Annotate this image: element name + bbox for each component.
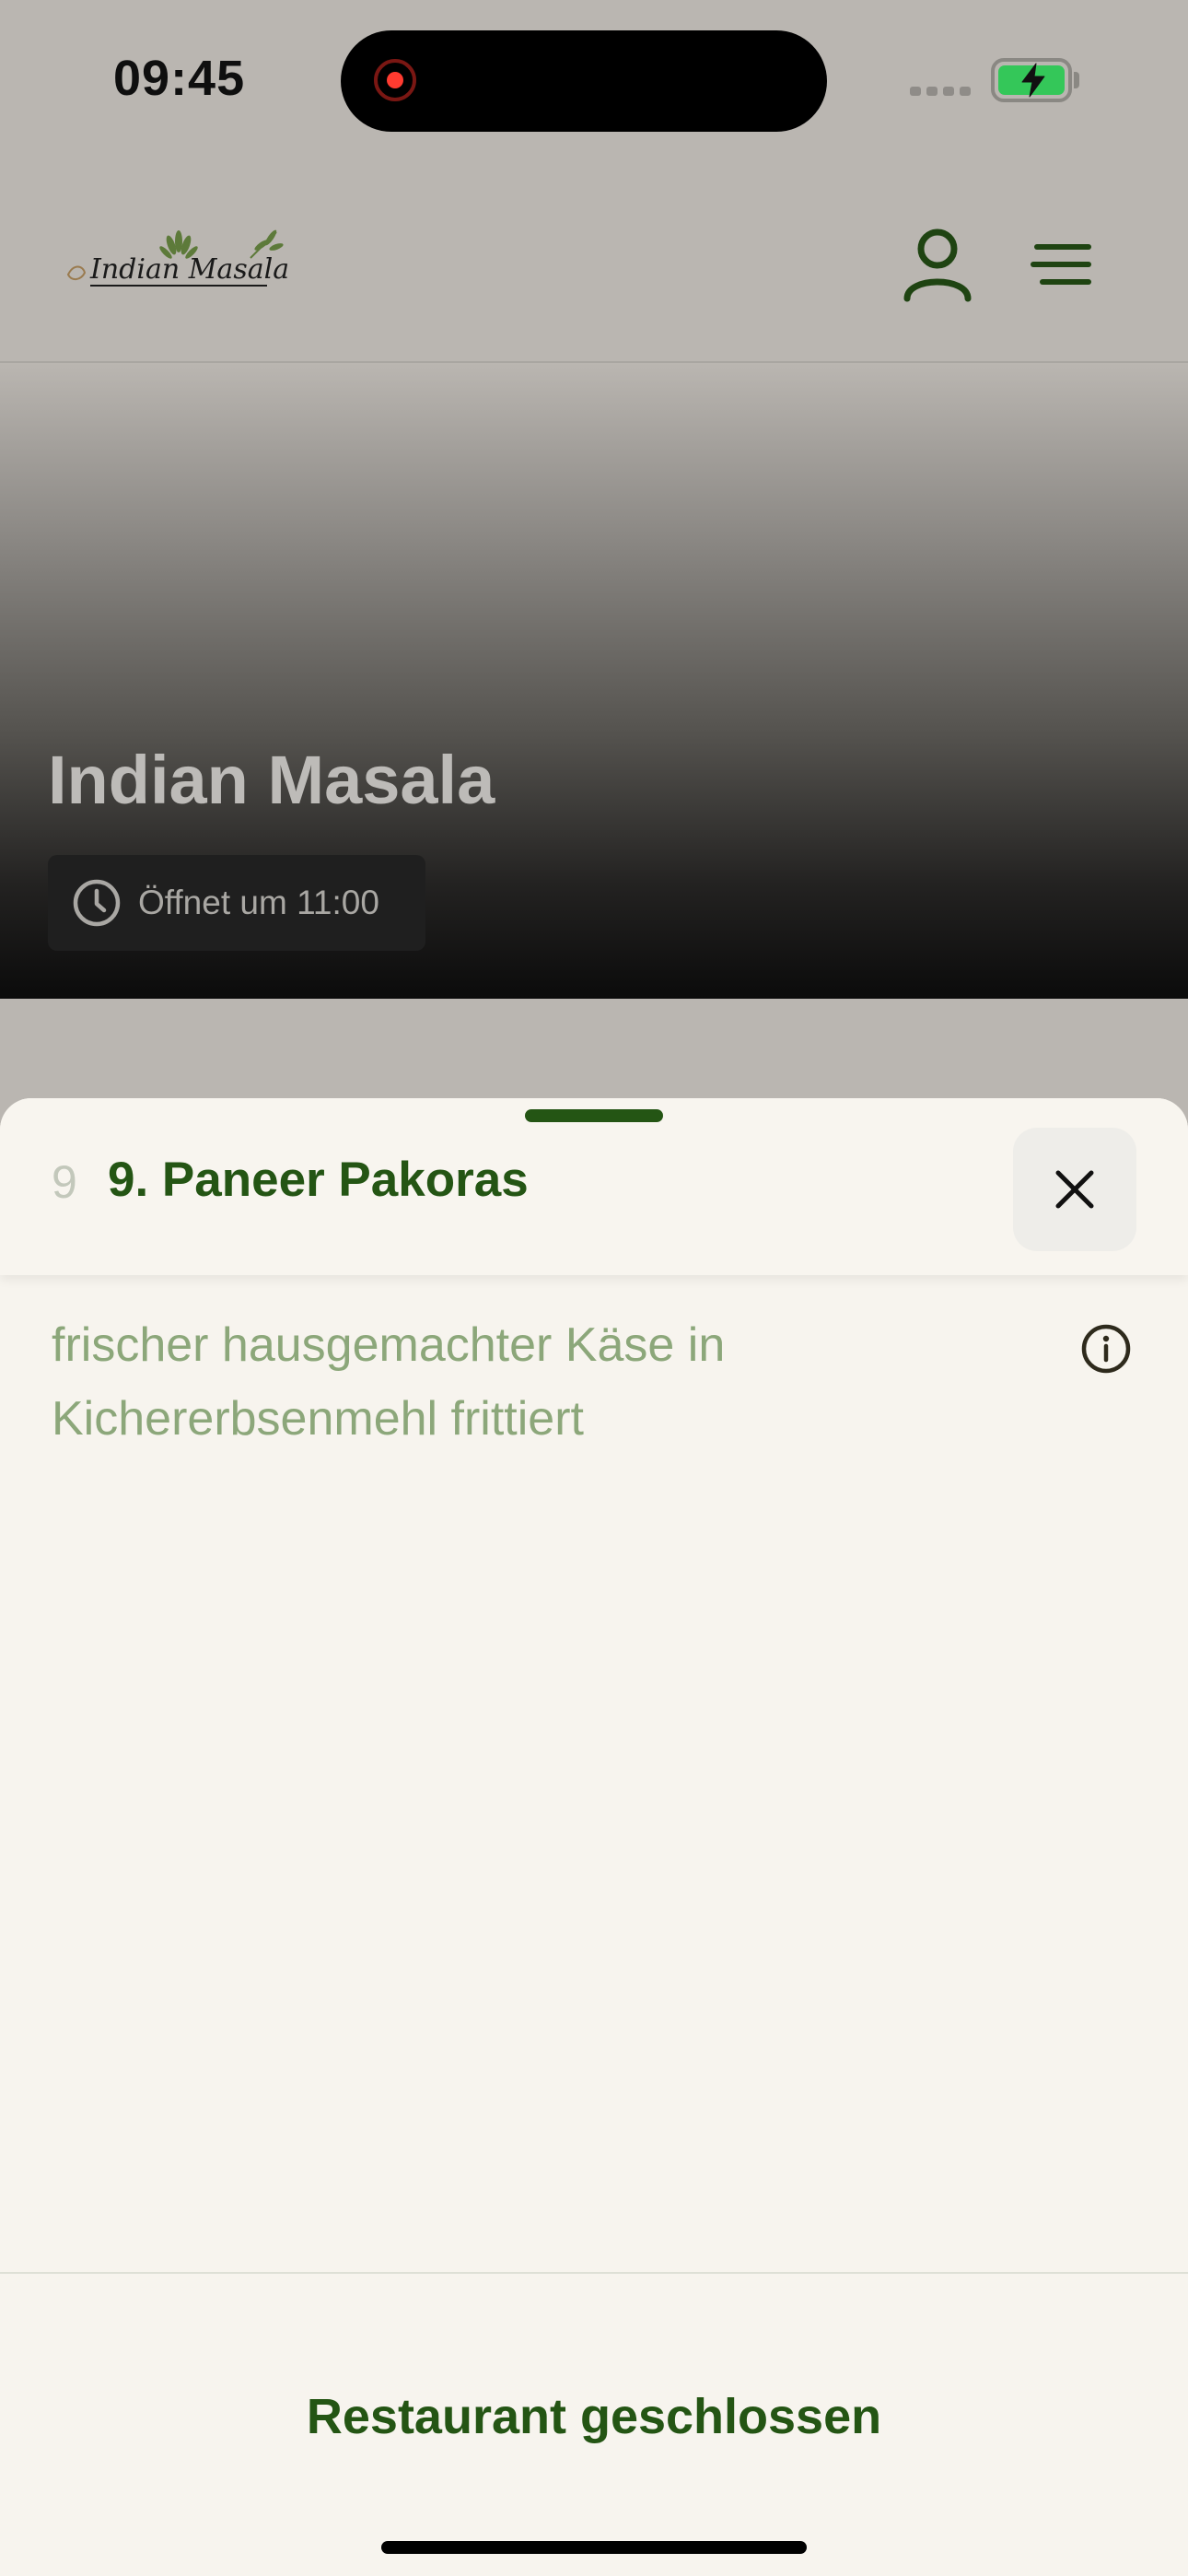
user-icon <box>903 228 972 302</box>
home-indicator[interactable] <box>381 2541 807 2554</box>
restaurant-hero: Indian Masala Öffnet um 11:00 <box>0 363 1188 999</box>
sheet-header: 9 9. Paneer Pakoras <box>0 1098 1188 1275</box>
hamburger-menu-icon <box>1031 244 1091 285</box>
dynamic-island <box>341 30 827 132</box>
close-icon <box>1055 1170 1094 1209</box>
item-number: 9 <box>52 1156 77 1208</box>
allergen-info-button[interactable] <box>1080 1323 1132 1375</box>
item-title: 9. Paneer Pakoras <box>108 1153 529 1207</box>
battery-nub <box>1074 72 1079 88</box>
restaurant-logo[interactable]: Indian Masala <box>63 221 293 304</box>
restaurant-closed-status: Restaurant geschlossen <box>306 2389 882 2444</box>
close-sheet-button[interactable] <box>1013 1128 1136 1251</box>
clock-icon <box>73 879 121 927</box>
cellular-signal-icon <box>910 87 973 96</box>
svg-text:Indian Masala: Indian Masala <box>89 253 289 286</box>
menu-item-sheet: 9 9. Paneer Pakoras frischer hausgemacht… <box>0 1098 1188 2576</box>
opening-hours-badge: Öffnet um 11:00 <box>48 855 425 951</box>
sheet-drag-handle[interactable] <box>525 1109 663 1122</box>
item-description: frischer hausgemachter Käse in Kichererb… <box>52 1318 726 1446</box>
hamburger-menu-button[interactable] <box>1030 241 1092 287</box>
footer-divider <box>0 2272 1188 2274</box>
restaurant-title: Indian Masala <box>48 742 495 818</box>
battery-charging-icon <box>991 58 1072 102</box>
app-header: Indian Masala <box>0 166 1188 363</box>
status-bar: 09:45 <box>0 0 1188 166</box>
info-icon <box>1081 1324 1131 1374</box>
screen-recording-icon <box>374 59 416 101</box>
status-time: 09:45 <box>113 51 246 106</box>
user-account-button[interactable] <box>903 227 973 302</box>
opening-hours-text: Öffnet um 11:00 <box>138 884 379 921</box>
